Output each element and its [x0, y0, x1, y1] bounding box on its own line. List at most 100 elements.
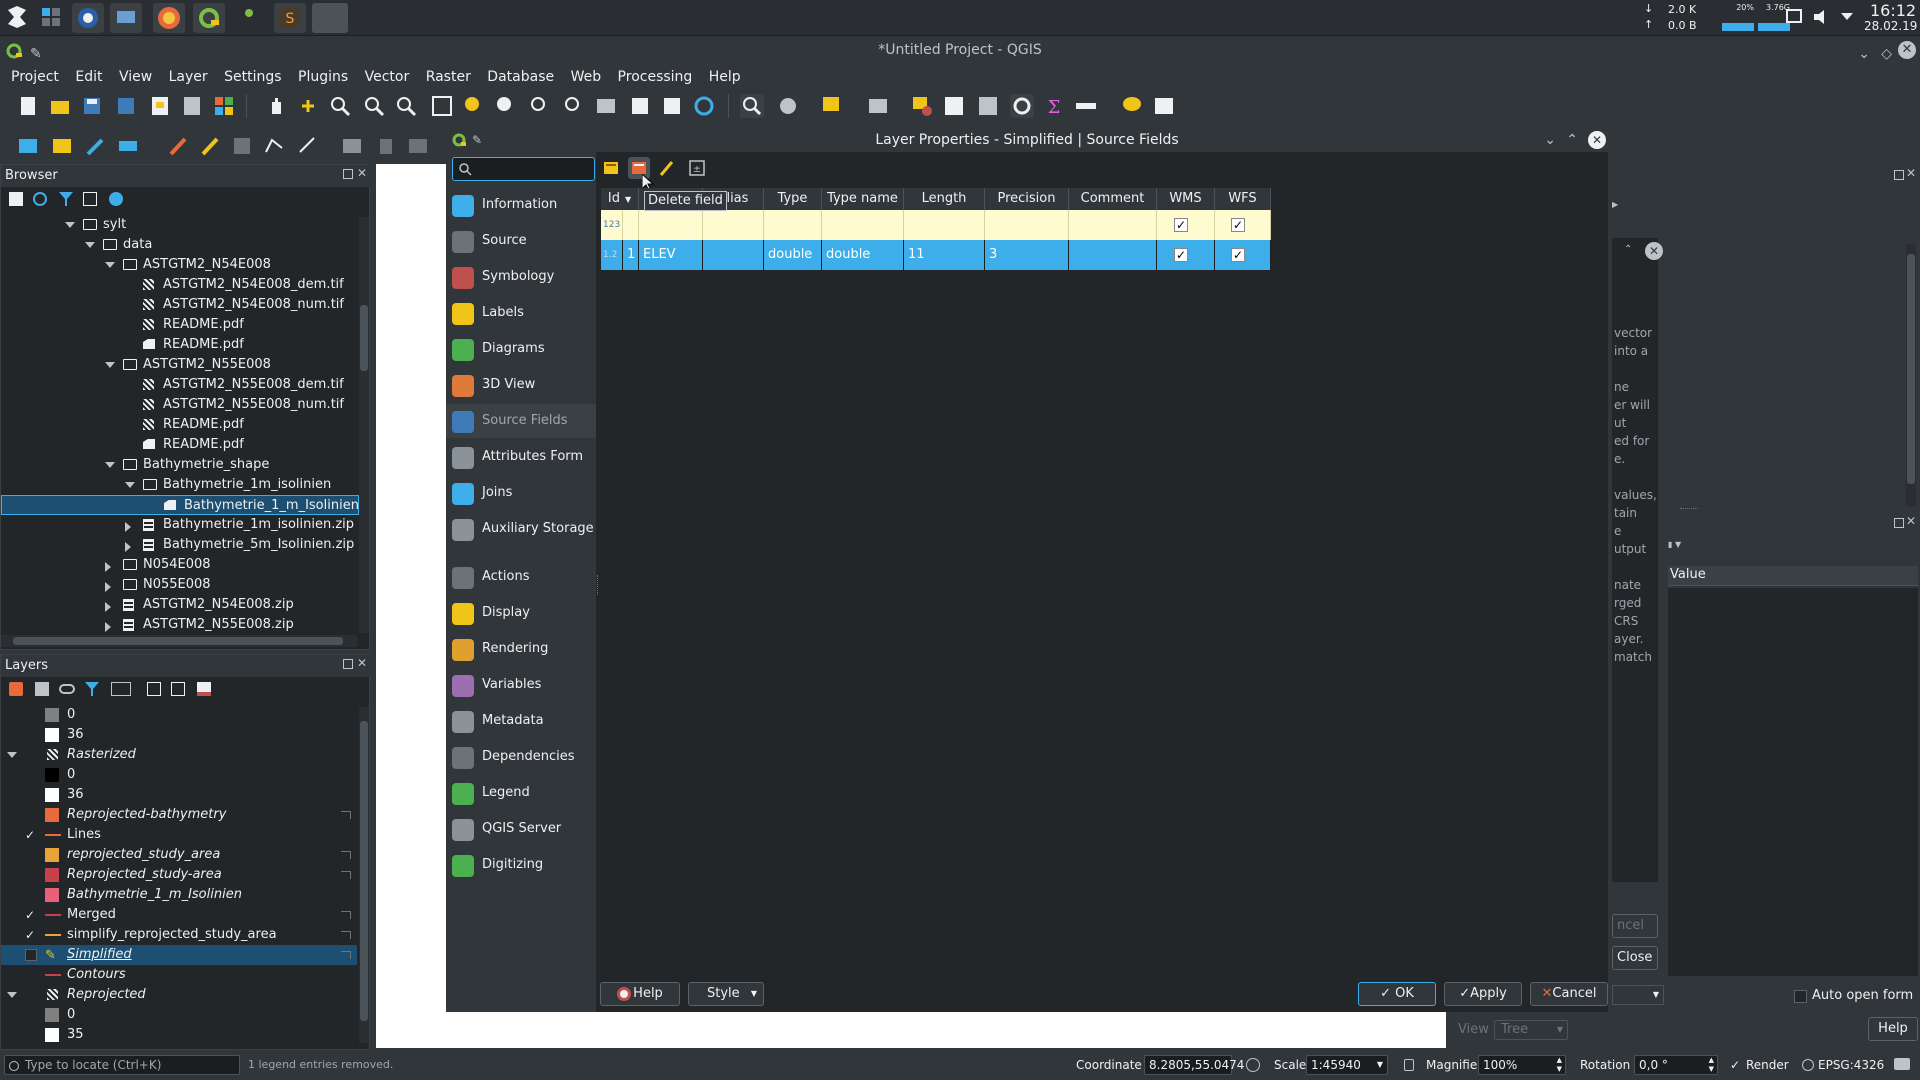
help-button[interactable]: Help — [600, 982, 680, 1006]
menu-database[interactable]: Database — [481, 66, 560, 88]
expanded-chevron-icon[interactable] — [7, 992, 17, 998]
layer-item[interactable]: 36 — [1, 725, 357, 745]
nav-item-joins[interactable]: Joins — [446, 476, 596, 510]
expanded-chevron-icon[interactable] — [65, 222, 75, 228]
expanded-chevron-icon[interactable] — [85, 242, 95, 248]
field-cell-id[interactable]: 1 — [623, 240, 639, 270]
cancel-button[interactable]: ✕Cancel — [1530, 982, 1608, 1006]
nav-item-digitizing[interactable]: Digitizing — [446, 848, 596, 882]
new-bookmark-icon[interactable] — [628, 94, 652, 118]
nav-item-diagrams[interactable]: Diagrams — [446, 332, 596, 366]
refresh-icon[interactable] — [692, 94, 716, 118]
field-cell-length[interactable] — [904, 210, 985, 240]
collapsed-chevron-icon[interactable] — [125, 522, 131, 532]
nav-item-labels[interactable]: Labels — [446, 296, 596, 330]
minimize-window-icon[interactable]: ⌄ — [1858, 40, 1870, 68]
browser-folder-item[interactable]: Bathymetrie_shape — [1, 455, 359, 475]
new-field-icon[interactable] — [600, 157, 622, 179]
nav-item-variables[interactable]: Variables — [446, 668, 596, 702]
layer-item[interactable]: Reprojected — [1, 985, 357, 1005]
field-cell-comment[interactable] — [1069, 210, 1157, 240]
save-project-icon[interactable] — [80, 94, 104, 118]
layer-visibility-checkbox[interactable]: ✓ — [25, 825, 35, 845]
field-cell-comment[interactable] — [1069, 240, 1157, 270]
menu-project[interactable]: Project — [5, 66, 65, 88]
expanded-chevron-icon[interactable] — [105, 462, 115, 468]
style-manager-icon[interactable] — [212, 94, 236, 118]
wms-checkbox[interactable]: ✓ — [1174, 248, 1188, 262]
close-panel-icon[interactable]: ✕ — [357, 166, 367, 180]
field-cell-name[interactable] — [639, 210, 703, 240]
column-header-comment[interactable]: Comment — [1069, 188, 1157, 210]
column-header-id[interactable]: Id ▼ — [601, 188, 639, 210]
right-scrollbar[interactable] — [1906, 244, 1916, 506]
menu-edit[interactable]: Edit — [69, 66, 108, 88]
browser-file-item[interactable]: ASTGTM2_N54E008_num.tif — [1, 295, 359, 315]
collapsed-chevron-icon[interactable] — [105, 582, 111, 592]
filter-by-expression-icon[interactable] — [111, 682, 131, 696]
partial-dropdown[interactable]: ▼ — [1612, 985, 1664, 1005]
browser-folder-item[interactable]: sylt — [1, 215, 359, 235]
vertex-tool-icon[interactable] — [296, 134, 320, 158]
new-layer-icon[interactable] — [116, 134, 140, 158]
zoom-full-icon[interactable] — [430, 94, 454, 118]
filter-browser-icon[interactable] — [59, 192, 73, 210]
add-feature-icon[interactable] — [262, 134, 286, 158]
field-calculator-icon[interactable]: ± — [686, 157, 708, 179]
remove-layer-icon[interactable] — [197, 682, 211, 696]
open-attribute-table-icon[interactable] — [942, 94, 966, 118]
layer-item[interactable]: ✓ Merged — [1, 905, 357, 925]
zoom-rubberband-icon[interactable] — [394, 94, 418, 118]
field-row[interactable]: 123 ✓ ✓ — [601, 210, 1271, 240]
browser-file-item[interactable]: ASTGTM2_N54E008.zip — [1, 595, 359, 615]
collapsed-chevron-icon[interactable] — [105, 562, 111, 572]
field-cell-type[interactable] — [764, 210, 822, 240]
pager-icon[interactable] — [36, 3, 68, 33]
close-panel-icon[interactable]: ✕ — [357, 656, 367, 670]
menu-help[interactable]: Help — [703, 66, 747, 88]
browser-file-item[interactable]: README.pdf — [1, 335, 359, 355]
field-cell-precision[interactable]: 3 — [985, 240, 1069, 270]
nav-item-dependencies[interactable]: Dependencies — [446, 740, 596, 774]
expanded-chevron-icon[interactable] — [7, 752, 17, 758]
volume-tray-icon[interactable] — [1812, 8, 1830, 30]
zoom-to-selection-icon[interactable] — [462, 94, 486, 118]
cpu-monitor[interactable]: 20% — [1722, 3, 1754, 31]
nav-item-auxiliary-storage[interactable]: Auxiliary Storage — [446, 512, 596, 546]
dialog-minimize-icon[interactable]: ⌄ — [1544, 128, 1556, 152]
browser-file-item[interactable]: README.pdf — [1, 315, 359, 335]
partial-cancel-button[interactable]: ncel — [1612, 914, 1658, 938]
browser-file-item[interactable]: ASTGTM2_N54E008_dem.tif — [1, 275, 359, 295]
text-annotation-icon[interactable] — [1152, 94, 1176, 118]
nav-item-source-fields[interactable]: Source Fields — [446, 404, 596, 438]
current-edits-icon[interactable] — [166, 134, 190, 158]
pan-to-selection-icon[interactable] — [296, 94, 320, 118]
delete-selected-icon[interactable] — [374, 134, 398, 158]
crs-label[interactable]: EPSG:4326 — [1818, 1050, 1884, 1080]
expand-all-icon[interactable] — [147, 682, 161, 696]
qgis-taskbar-icon[interactable] — [193, 3, 225, 33]
column-header-wfs[interactable]: WFS — [1215, 188, 1271, 210]
value-column-header[interactable]: Value — [1670, 567, 1706, 582]
render-checkbox[interactable]: ✓ — [1730, 1050, 1740, 1080]
menu-processing[interactable]: Processing — [612, 66, 699, 88]
layer-item[interactable]: 0 — [1, 765, 357, 785]
browser-folder-item[interactable]: data — [1, 235, 359, 255]
layer-item[interactable]: ✓ Lines — [1, 825, 357, 845]
menu-settings[interactable]: Settings — [218, 66, 287, 88]
layer-item[interactable]: Reprojected_study-area — [1, 865, 357, 885]
collapsed-chevron-icon[interactable] — [105, 602, 111, 612]
browser-folder-item[interactable]: N054E008 — [1, 555, 359, 575]
layer-item[interactable]: 0 — [1, 1005, 357, 1025]
map-canvas[interactable] — [446, 1012, 1446, 1048]
layer-item[interactable]: 35 — [1, 1025, 357, 1045]
digitize-icon[interactable] — [84, 134, 108, 158]
browser-file-item[interactable]: Bathymetrie_5m_Isolinien.zip — [1, 535, 359, 555]
field-cell-id[interactable] — [623, 210, 639, 240]
modify-attributes-icon[interactable] — [340, 134, 364, 158]
pan-map-icon[interactable] — [264, 94, 288, 118]
nav-item-source[interactable]: Source — [446, 224, 596, 258]
browser-file-item[interactable]: ASTGTM2_N55E008_dem.tif — [1, 375, 359, 395]
nav-item-display[interactable]: Display — [446, 596, 596, 630]
expanded-chevron-icon[interactable] — [105, 362, 115, 368]
